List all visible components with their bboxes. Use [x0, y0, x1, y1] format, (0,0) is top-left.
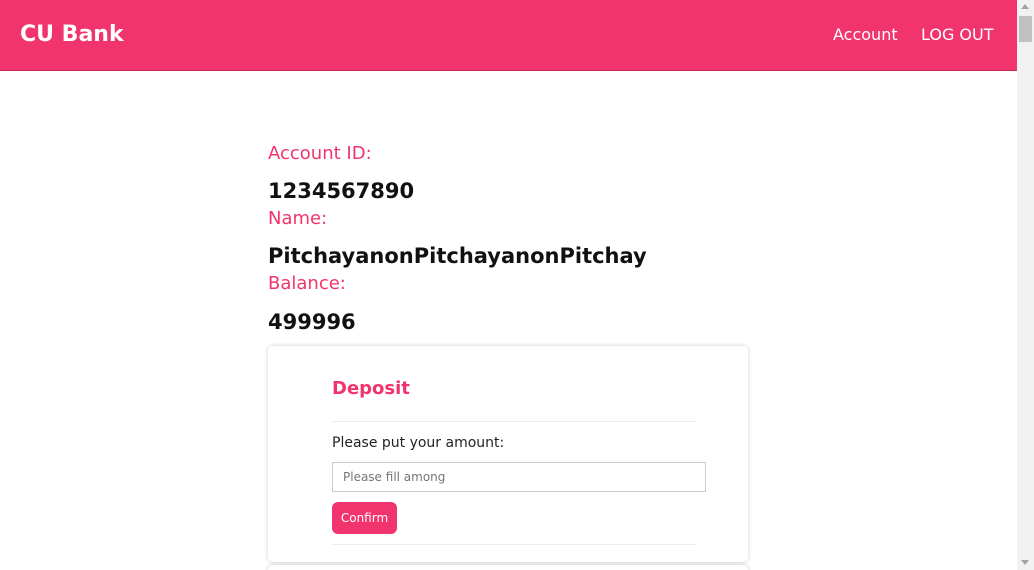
confirm-button[interactable]: Confirm — [332, 502, 397, 534]
scrollbar-thumb[interactable] — [1019, 16, 1032, 42]
deposit-card: Deposit Please put your amount: Confirm — [268, 346, 748, 562]
amount-input[interactable] — [332, 462, 706, 492]
nav-account-link[interactable]: Account — [833, 24, 898, 46]
scroll-down-arrow-icon[interactable] — [1021, 560, 1029, 565]
card-divider-bottom — [332, 544, 696, 545]
name-value: PitchayanonPitchayanonPitchay — [268, 244, 647, 268]
deposit-title: Deposit — [332, 378, 410, 399]
name-label: Name: — [268, 208, 328, 229]
vertical-scrollbar[interactable] — [1017, 0, 1034, 570]
page: CU Bank Account LOG OUT Account ID: 1234… — [0, 0, 1034, 570]
nav-logout-link[interactable]: LOG OUT — [921, 24, 994, 46]
balance-value: 499996 — [268, 310, 356, 334]
account-id-label: Account ID: — [268, 143, 372, 164]
amount-prompt: Please put your amount: — [332, 435, 505, 451]
top-navbar: CU Bank Account LOG OUT — [0, 0, 1017, 71]
scroll-up-arrow-icon[interactable] — [1021, 4, 1029, 9]
balance-label: Balance: — [268, 273, 346, 294]
account-id-value: 1234567890 — [268, 179, 415, 203]
brand-logo[interactable]: CU Bank — [20, 21, 124, 49]
next-card — [268, 565, 748, 570]
card-divider-top — [332, 421, 696, 422]
